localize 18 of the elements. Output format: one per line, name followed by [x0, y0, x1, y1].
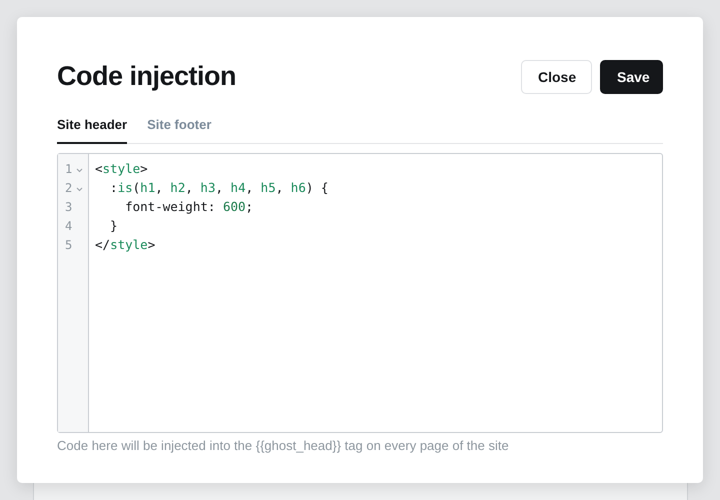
save-button[interactable]: Save — [600, 60, 663, 94]
line-number: 2 — [65, 180, 72, 194]
code-editor[interactable]: 1 2 3 4 5 <style> :is(h1, h2, h3, h4, h5, h6) { font-weight: 600; } </style> — [57, 153, 663, 433]
line-number: 4 — [65, 218, 72, 232]
tab[interactable]: Site header — [57, 114, 128, 144]
dialog-title: Code injection — [57, 61, 236, 92]
code-line: :is(h1, h2, h3, h4, h5, h6) { — [109, 179, 328, 197]
line-number: 3 — [65, 200, 72, 214]
close-button[interactable]: Close — [521, 60, 592, 94]
fold-chevron-icon[interactable] — [76, 187, 84, 192]
line-number: 5 — [65, 238, 72, 252]
code-line: font-weight: 600; — [124, 198, 254, 216]
code-line: } — [109, 217, 119, 235]
help-text: Code here will be injected into the {{ghost_head}} tag on every page of the site — [57, 438, 510, 453]
code-line: <style> — [95, 160, 149, 178]
line-number: 1 — [65, 162, 72, 176]
fold-chevron-icon[interactable] — [76, 168, 84, 173]
code-line: </style> — [95, 236, 156, 254]
